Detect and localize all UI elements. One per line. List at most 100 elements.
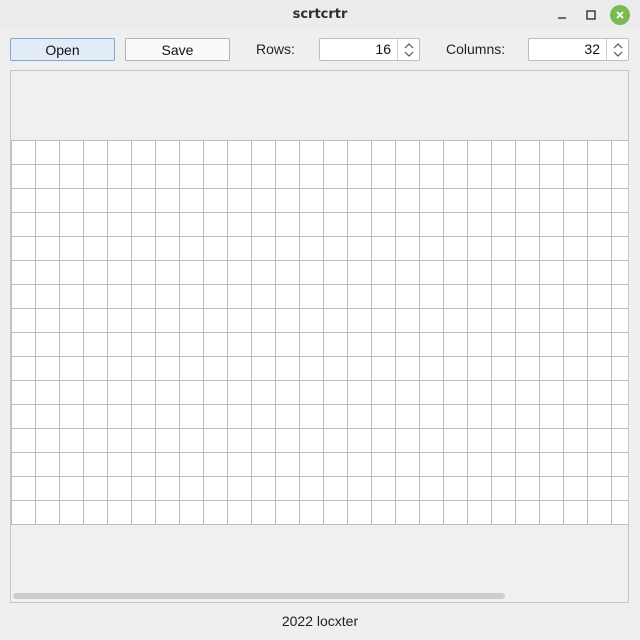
grid-cell[interactable] <box>588 261 612 285</box>
pixel-grid[interactable] <box>11 140 628 525</box>
grid-cell[interactable] <box>324 309 348 333</box>
grid-cell[interactable] <box>300 213 324 237</box>
grid-cell[interactable] <box>516 237 540 261</box>
grid-cell[interactable] <box>348 285 372 309</box>
grid-cell[interactable] <box>444 237 468 261</box>
grid-cell[interactable] <box>348 357 372 381</box>
grid-cell[interactable] <box>396 285 420 309</box>
grid-cell[interactable] <box>60 237 84 261</box>
grid-cell[interactable] <box>540 309 564 333</box>
grid-cell[interactable] <box>84 429 108 453</box>
grid-cell[interactable] <box>204 261 228 285</box>
grid-cell[interactable] <box>588 405 612 429</box>
grid-cell[interactable] <box>492 165 516 189</box>
grid-cell[interactable] <box>516 405 540 429</box>
grid-cell[interactable] <box>516 381 540 405</box>
grid-cell[interactable] <box>84 405 108 429</box>
grid-cell[interactable] <box>516 165 540 189</box>
grid-cell[interactable] <box>348 165 372 189</box>
grid-cell[interactable] <box>396 429 420 453</box>
grid-cell[interactable] <box>60 477 84 501</box>
grid-cell[interactable] <box>84 285 108 309</box>
grid-cell[interactable] <box>564 501 588 525</box>
grid-cell[interactable] <box>12 141 36 165</box>
grid-cell[interactable] <box>108 453 132 477</box>
grid-cell[interactable] <box>156 213 180 237</box>
grid-cell[interactable] <box>564 309 588 333</box>
grid-cell[interactable] <box>372 429 396 453</box>
grid-cell[interactable] <box>516 213 540 237</box>
grid-cell[interactable] <box>132 357 156 381</box>
grid-cell[interactable] <box>444 141 468 165</box>
grid-cell[interactable] <box>300 501 324 525</box>
grid-cell[interactable] <box>228 285 252 309</box>
grid-cell[interactable] <box>84 165 108 189</box>
grid-cell[interactable] <box>324 213 348 237</box>
grid-cell[interactable] <box>132 453 156 477</box>
grid-cell[interactable] <box>132 381 156 405</box>
grid-cell[interactable] <box>12 405 36 429</box>
grid-cell[interactable] <box>108 501 132 525</box>
grid-cell[interactable] <box>540 405 564 429</box>
grid-cell[interactable] <box>60 381 84 405</box>
grid-cell[interactable] <box>84 141 108 165</box>
rows-spinbox[interactable]: 16 <box>319 38 420 61</box>
grid-cell[interactable] <box>372 285 396 309</box>
grid-cell[interactable] <box>492 333 516 357</box>
grid-cell[interactable] <box>228 165 252 189</box>
grid-cell[interactable] <box>36 333 60 357</box>
grid-cell[interactable] <box>612 381 628 405</box>
grid-cell[interactable] <box>228 477 252 501</box>
grid-cell[interactable] <box>516 261 540 285</box>
grid-cell[interactable] <box>60 333 84 357</box>
grid-cell[interactable] <box>228 213 252 237</box>
grid-cell[interactable] <box>612 405 628 429</box>
grid-cell[interactable] <box>468 381 492 405</box>
grid-cell[interactable] <box>588 285 612 309</box>
grid-cell[interactable] <box>156 165 180 189</box>
grid-cell[interactable] <box>108 429 132 453</box>
grid-cell[interactable] <box>468 237 492 261</box>
grid-cell[interactable] <box>84 261 108 285</box>
grid-cell[interactable] <box>12 165 36 189</box>
grid-cell[interactable] <box>156 141 180 165</box>
grid-cell[interactable] <box>420 165 444 189</box>
grid-cell[interactable] <box>276 285 300 309</box>
columns-spinbox[interactable]: 32 <box>528 38 629 61</box>
grid-cell[interactable] <box>612 237 628 261</box>
grid-cell[interactable] <box>60 213 84 237</box>
grid-cell[interactable] <box>420 213 444 237</box>
grid-cell[interactable] <box>180 453 204 477</box>
grid-cell[interactable] <box>420 141 444 165</box>
grid-cell[interactable] <box>132 477 156 501</box>
grid-cell[interactable] <box>492 381 516 405</box>
grid-cell[interactable] <box>12 261 36 285</box>
columns-value[interactable]: 32 <box>584 39 600 60</box>
grid-cell[interactable] <box>60 261 84 285</box>
grid-cell[interactable] <box>588 141 612 165</box>
grid-cell[interactable] <box>60 429 84 453</box>
grid-cell[interactable] <box>468 429 492 453</box>
grid-cell[interactable] <box>468 405 492 429</box>
grid-cell[interactable] <box>132 189 156 213</box>
grid-cell[interactable] <box>540 213 564 237</box>
grid-cell[interactable] <box>612 261 628 285</box>
grid-cell[interactable] <box>588 309 612 333</box>
grid-cell[interactable] <box>228 141 252 165</box>
grid-cell[interactable] <box>252 333 276 357</box>
grid-cell[interactable] <box>324 429 348 453</box>
grid-cell[interactable] <box>300 237 324 261</box>
grid-cell[interactable] <box>444 333 468 357</box>
grid-cell[interactable] <box>156 333 180 357</box>
grid-cell[interactable] <box>396 405 420 429</box>
grid-cell[interactable] <box>36 213 60 237</box>
grid-cell[interactable] <box>228 429 252 453</box>
grid-cell[interactable] <box>36 237 60 261</box>
grid-cell[interactable] <box>516 141 540 165</box>
grid-cell[interactable] <box>108 333 132 357</box>
grid-cell[interactable] <box>12 189 36 213</box>
grid-cell[interactable] <box>276 261 300 285</box>
grid-cell[interactable] <box>420 381 444 405</box>
grid-cell[interactable] <box>156 477 180 501</box>
grid-cell[interactable] <box>12 213 36 237</box>
